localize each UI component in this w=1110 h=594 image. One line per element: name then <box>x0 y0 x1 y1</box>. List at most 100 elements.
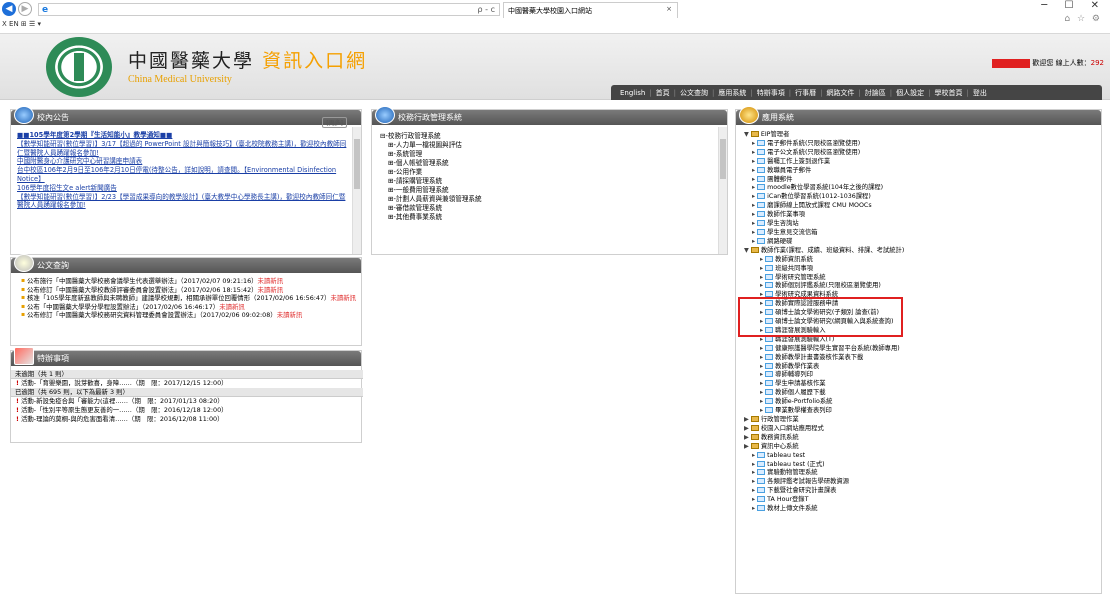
document-link[interactable]: 公布修訂「中國醫藥大學校教師評審委員會設置辦法」（2017/02/06 18:1… <box>27 286 258 294</box>
app-tree-item[interactable]: ▸ 教師e-Portfolio系統 <box>744 398 1084 407</box>
news-item[interactable]: 台中校區106年2月9日至106年2月10日停電(待整公告，詳如說明，請查閱。【… <box>17 166 347 184</box>
app-tree-item[interactable]: ▸ 實驗動物管理系統 <box>744 469 1084 478</box>
collapsed-arrow-icon: ▸ <box>752 496 756 504</box>
browser-chrome: ◀ ▶ e ρ - c 中國醫藥大學校園入口網站 × ─ ☐ ✕ ⌂ ☆ ⚙ X … <box>0 0 1110 34</box>
menu-item-1[interactable]: 首頁 <box>653 88 673 98</box>
address-controls[interactable]: ρ - c <box>478 5 495 14</box>
app-tree-item[interactable]: ▸ 學生咨詢站 <box>744 220 1084 229</box>
window-controls[interactable]: ─ ☐ ✕ <box>1041 0 1106 11</box>
app-tree-item[interactable]: ▸ 畢業數學權查表列印 <box>744 407 1084 416</box>
news-item[interactable]: 【數學知能研習(數位學習)】3/17【超過的 PowerPoint 設計與簡報技… <box>17 140 347 158</box>
menu-item-7[interactable]: 討論區 <box>862 88 889 98</box>
university-logo[interactable] <box>46 37 112 97</box>
news-item[interactable]: 中國附醫身心介護研究中心研習講座申請表 <box>17 157 347 166</box>
command-bar[interactable]: X EN ⊞ ☰ ▾ <box>2 20 41 28</box>
todo-group-header[interactable]: 已逾期（共 695 則，以下為最新 3 則） <box>11 388 363 397</box>
app-tree-label: 團體郵件 <box>767 175 793 183</box>
todo-item[interactable]: 活動-「育嬰樂園，說芽歡喜，身障……（期 限：2017/12/15 12:00） <box>11 379 363 388</box>
news-scrollbar[interactable] <box>352 127 361 254</box>
menu-item-0[interactable]: English <box>617 89 648 97</box>
menu-item-3[interactable]: 應用系統 <box>715 88 749 98</box>
app-tree-item[interactable]: ▶ 校園入口網站應用程式 <box>744 424 1084 434</box>
menu-item-4[interactable]: 特辦事項 <box>754 88 788 98</box>
app-tree-item[interactable]: ▸ TA Hour登錄T <box>744 496 1084 505</box>
app-tree-item[interactable]: ▸ 教職員電子郵件 <box>744 166 1084 176</box>
app-tree-item[interactable]: ▸ 網路硬碟 <box>744 237 1084 247</box>
app-tree-label: 資訊中心系統 <box>760 442 799 450</box>
app-tree-item[interactable]: ▸ 醫囑工作上簽到退作業 <box>744 157 1084 167</box>
todo-item[interactable]: 活動-新設免疫合與「審能力(這裡……（期 限：2017/01/13 08:20） <box>11 397 363 406</box>
todo-group-header[interactable]: 未逾期（共 1 則） <box>11 370 363 379</box>
document-link[interactable]: 核准「105學年度新進教師與未聘教師」建議學校規劃，相關承辦單位回覆情形（201… <box>27 294 330 302</box>
admin-scrollbar[interactable] <box>718 127 727 254</box>
menu-item-5[interactable]: 行事曆 <box>792 88 819 98</box>
document-link[interactable]: 公布「中國醫藥大學學分學程設置辦法」（2017/02/06 16:46:17） <box>27 303 219 311</box>
todo-item[interactable]: 活動-「性別平等原生態更友善的一……（期 限：2016/12/18 12:00） <box>11 406 363 415</box>
admin-tree-item[interactable]: ⊞-其他費事業系統 <box>380 213 710 222</box>
collapsed-arrow-icon: ▸ <box>752 220 756 228</box>
news-item[interactable]: 【數學知能研習(數位學習)】2/23【學習成果導向的教學設計】(臺大教學中心學務… <box>17 193 347 211</box>
admin-tree-item[interactable]: ⊞-審借款管理系統 <box>380 204 710 213</box>
app-tree-item[interactable]: ▸ moodle數位學習系統(104年之後的課程) <box>744 184 1084 193</box>
news-item[interactable]: 106學年度招生文e alert新聞廣告 <box>17 184 347 193</box>
admin-tree-item[interactable]: ⊞-計劃人員薪資與兼領管理系統 <box>380 195 710 204</box>
app-tree-item[interactable]: ▸ 電子郵件系統(只限校區瀏覽使用) <box>744 139 1084 149</box>
menu-item-10[interactable]: 登出 <box>970 88 990 98</box>
document-link[interactable]: 公布施行「中國醫藥大學校務會議學生代表選舉辦法」（2017/02/07 09:2… <box>27 277 258 285</box>
app-tree-item[interactable]: ▸ 職涯發展測驗輸入(T) <box>744 335 1084 345</box>
app-tree-item[interactable]: ▸ 下載暨社會研究計畫課表 <box>744 487 1084 496</box>
collapsed-arrow-icon: ▸ <box>752 202 756 210</box>
app-tree-item[interactable]: ▸ tableau test <box>744 451 1084 461</box>
admin-tree-item[interactable]: ⊟-校務行政管理系統 <box>380 132 710 141</box>
app-tree-item[interactable]: ▸ 教師教學計畫書簽核作業表下載 <box>744 353 1084 363</box>
app-tree-item[interactable]: ▸ 班級共同事項 <box>744 264 1084 274</box>
app-tree-item[interactable]: ▸ 學生申請基核作業 <box>744 380 1084 389</box>
menu-item-8[interactable]: 個人設定 <box>893 88 927 98</box>
admin-tree-item[interactable]: ⊞-公用作業 <box>380 168 710 177</box>
admin-tree-item[interactable]: ⊞-一般費用管理系統 <box>380 186 710 195</box>
app-tree-item[interactable]: ▸ 教師個別評鑑系統(只限校區瀏覽使用) <box>744 282 1084 291</box>
address-bar[interactable]: e ρ - c <box>38 3 500 16</box>
todo-item[interactable]: 活動-理論的莫桐-與的危害面看清……（期 限：2016/12/08 11:00） <box>11 415 363 424</box>
admin-tree-item[interactable]: ⊞-個人帳號管理系統 <box>380 159 710 168</box>
app-tree-item[interactable]: ▶ 資訊中心系統 <box>744 442 1084 452</box>
document-item[interactable]: 核准「105學年度新進教師與未聘教師」建議學校規劃，相關承辦單位回覆情形（201… <box>21 294 356 303</box>
news-more-button[interactable]: [更多] <box>322 117 347 128</box>
applications-panel: 應用系統 ▼ EIP管理者 ▸ 電子郵件系統(只限校區瀏覽使用) ▸ 電子公文系統(只限校… <box>735 106 1102 594</box>
app-tree-item[interactable]: ▸ 健康照護醫學院學生實習平台系統(教師專用) <box>744 344 1084 354</box>
app-tree-item[interactable]: ▸ 電子公文系統(只限校區瀏覽使用) <box>744 148 1084 158</box>
app-tree-item[interactable]: ▸ 教師資訊系統 <box>744 255 1084 265</box>
menu-item-2[interactable]: 公文查詢 <box>677 88 711 98</box>
app-tree-item[interactable]: ▶ 行政管理作業 <box>744 416 1084 425</box>
app-tree-item[interactable]: ▸ 教師作業事項 <box>744 211 1084 220</box>
app-tree-item[interactable]: ▸ 磨課師線上開放式課程 CMU MOOCs <box>744 202 1084 211</box>
close-tab-icon[interactable]: × <box>666 5 672 13</box>
document-link[interactable]: 公布修訂「中國醫藥大學校務研究資料管理委員會設置辦法」（2017/02/06 0… <box>27 311 277 319</box>
back-button[interactable]: ◀ <box>2 2 16 16</box>
app-tree-item[interactable]: ▸ 教材上傳文件系統 <box>744 505 1084 514</box>
app-tree-item[interactable]: ▸ 教師個人履歷下載 <box>744 389 1084 398</box>
app-tree-label: moodle數位學習系統(104年之後的課程) <box>767 184 884 192</box>
documents-list: 公布施行「中國醫藥大學校務會議學生代表選舉辦法」（2017/02/07 09:2… <box>21 277 356 320</box>
menu-item-6[interactable]: 網路文件 <box>823 88 857 98</box>
app-tree-item[interactable]: ▸ 學生意見交流信箱 <box>744 228 1084 238</box>
app-tree-label: 班級共同事項 <box>775 264 813 272</box>
app-tree-item[interactable]: ▸ iCan數位學習系統(1012-1036課程) <box>744 193 1084 202</box>
admin-tree-item[interactable]: ⊞-系統管理 <box>380 150 710 159</box>
admin-tree-item[interactable]: ⊞-請採購管理系統 <box>380 177 710 186</box>
expanded-arrow-icon: ▼ <box>744 246 749 254</box>
forward-button[interactable]: ▶ <box>18 2 32 16</box>
browser-tab[interactable]: 中國醫藥大學校園入口網站 × <box>503 2 678 18</box>
document-item[interactable]: 公布修訂「中國醫藥大學校教師評審委員會設置辦法」（2017/02/06 18:1… <box>21 286 356 295</box>
news-item[interactable]: ■■105學年度第2學期『生活知能小』教學通知■■ <box>17 131 347 140</box>
menu-item-9[interactable]: 學校首頁 <box>932 88 966 98</box>
tab-title: 中國醫藥大學校園入口網站 <box>508 7 592 15</box>
document-item[interactable]: 公布施行「中國醫藥大學校務會議學生代表選舉辦法」（2017/02/07 09:2… <box>21 277 356 286</box>
app-tree-item[interactable]: ▸ 各類評鑑考試報告學研教資源 <box>744 478 1084 487</box>
app-tree-item[interactable]: ▶ 教務資訊系統 <box>744 433 1084 443</box>
app-tree-item[interactable]: ▼ EIP管理者 <box>744 131 1084 140</box>
app-tree-item[interactable]: ▼ 教師作業(課程、成績、班級資料、排課、考試統計) <box>744 246 1084 256</box>
admin-tree-item[interactable]: ⊞-人力單一檔視圖與評估 <box>380 141 710 150</box>
home-star-gear-icons[interactable]: ⌂ ☆ ⚙ <box>1064 14 1102 24</box>
document-item[interactable]: 公布修訂「中國醫藥大學校務研究資料管理委員會設置辦法」（2017/02/06 0… <box>21 311 356 320</box>
